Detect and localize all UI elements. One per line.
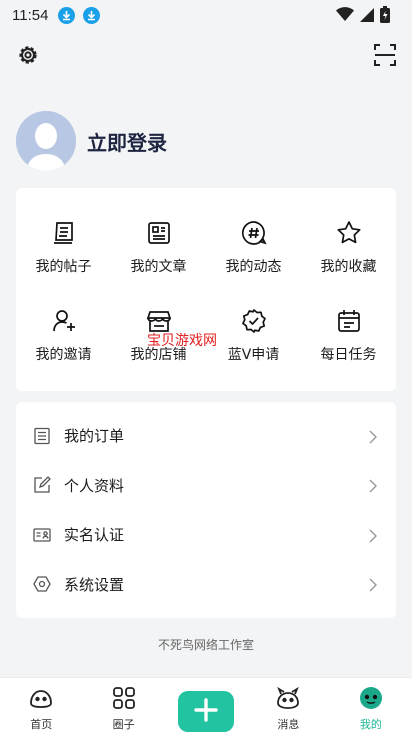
grid-item-label: 我的邀请 xyxy=(35,347,92,363)
home-mascot-icon xyxy=(28,685,54,711)
grid-item-label: 我的收藏 xyxy=(320,259,377,275)
battery-icon xyxy=(380,6,390,27)
scan-icon[interactable] xyxy=(372,42,398,68)
grid-item-label: 我的帖子 xyxy=(35,259,92,275)
menu-item-label: 实名认证 xyxy=(64,526,125,545)
profile-header[interactable]: 立即登录 xyxy=(16,111,167,171)
nav-tab-label: 消息 xyxy=(277,718,300,731)
menu-item-label: 系统设置 xyxy=(64,575,125,594)
avatar[interactable] xyxy=(16,111,76,171)
nav-tab-circles[interactable]: 圈子 xyxy=(82,678,164,732)
nav-tab-label: 我的 xyxy=(359,718,382,731)
top-bar xyxy=(0,42,412,72)
menu-item-label: 我的订单 xyxy=(64,427,125,446)
grid-item-label: 每日任务 xyxy=(320,347,377,363)
chevron-right-icon xyxy=(368,528,378,543)
login-link[interactable]: 立即登录 xyxy=(87,127,167,156)
grid-item-my-invites[interactable]: 我的邀请 xyxy=(16,306,111,364)
edit-profile-icon xyxy=(32,475,52,495)
menu-item-real-name[interactable]: 实名认证 xyxy=(16,510,396,560)
order-icon xyxy=(32,426,52,446)
nav-tab-label: 圈子 xyxy=(112,718,135,731)
plus-icon xyxy=(193,697,219,727)
hashtag-icon xyxy=(239,218,269,248)
grid-item-my-articles[interactable]: 我的文章 xyxy=(111,218,206,276)
grid-item-blue-v-apply[interactable]: 蓝V申请 xyxy=(206,306,301,364)
chevron-right-icon xyxy=(368,429,378,444)
grid-item-my-favorites[interactable]: 我的收藏 xyxy=(301,218,396,276)
add-post-button[interactable] xyxy=(178,691,235,732)
id-card-icon xyxy=(32,525,52,545)
status-time: 11:54 xyxy=(12,6,49,24)
signal-icon xyxy=(360,7,374,26)
grid-item-my-activity[interactable]: 我的动态 xyxy=(206,218,301,276)
nav-tab-label: 首页 xyxy=(30,718,53,731)
nav-tab-mine[interactable]: 我的 xyxy=(330,678,412,732)
shortcut-grid-card: 我的帖子 我的文章 我的动态 我的收藏 我的邀请 我的店铺 蓝V申请 每日任务 xyxy=(16,188,396,391)
grid-item-label: 我的动态 xyxy=(225,259,282,275)
calendar-icon xyxy=(334,306,364,336)
grid-item-label: 我的文章 xyxy=(130,259,187,275)
download-icon xyxy=(83,6,101,24)
menu-item-label: 个人资料 xyxy=(64,476,125,495)
nav-tab-add[interactable] xyxy=(165,678,247,732)
grid-four-icon xyxy=(111,685,137,711)
grid-item-daily-tasks[interactable]: 每日任务 xyxy=(301,306,396,364)
message-mascot-icon xyxy=(275,685,301,711)
article-icon xyxy=(144,218,174,248)
wifi-icon xyxy=(336,7,354,26)
status-bar: 11:54 xyxy=(0,0,412,30)
menu-item-system-settings[interactable]: 系统设置 xyxy=(16,560,396,610)
settings-hex-icon xyxy=(32,574,52,594)
star-icon xyxy=(334,218,364,248)
chevron-right-icon xyxy=(368,478,378,493)
grid-item-my-posts[interactable]: 我的帖子 xyxy=(16,218,111,276)
post-icon xyxy=(49,218,79,248)
verified-badge-icon xyxy=(239,306,269,336)
download-icon xyxy=(58,6,76,24)
invite-user-icon xyxy=(49,306,79,336)
grid-item-label: 蓝V申请 xyxy=(227,347,280,363)
bottom-nav: 首页 圈子 消息 我的 xyxy=(0,677,412,732)
menu-list-card: 我的订单 个人资料 实名认证 系统设置 xyxy=(16,402,396,618)
studio-credit: 不死鸟网络工作室 xyxy=(157,638,254,652)
nav-tab-messages[interactable]: 消息 xyxy=(247,678,329,732)
profile-mascot-icon xyxy=(358,685,384,711)
gear-icon[interactable] xyxy=(15,42,41,68)
menu-item-my-orders[interactable]: 我的订单 xyxy=(16,411,396,461)
chevron-right-icon xyxy=(368,577,378,592)
nav-tab-home[interactable]: 首页 xyxy=(0,678,82,732)
watermark-text: 宝贝游戏网 xyxy=(147,333,217,349)
menu-item-profile[interactable]: 个人资料 xyxy=(16,461,396,511)
